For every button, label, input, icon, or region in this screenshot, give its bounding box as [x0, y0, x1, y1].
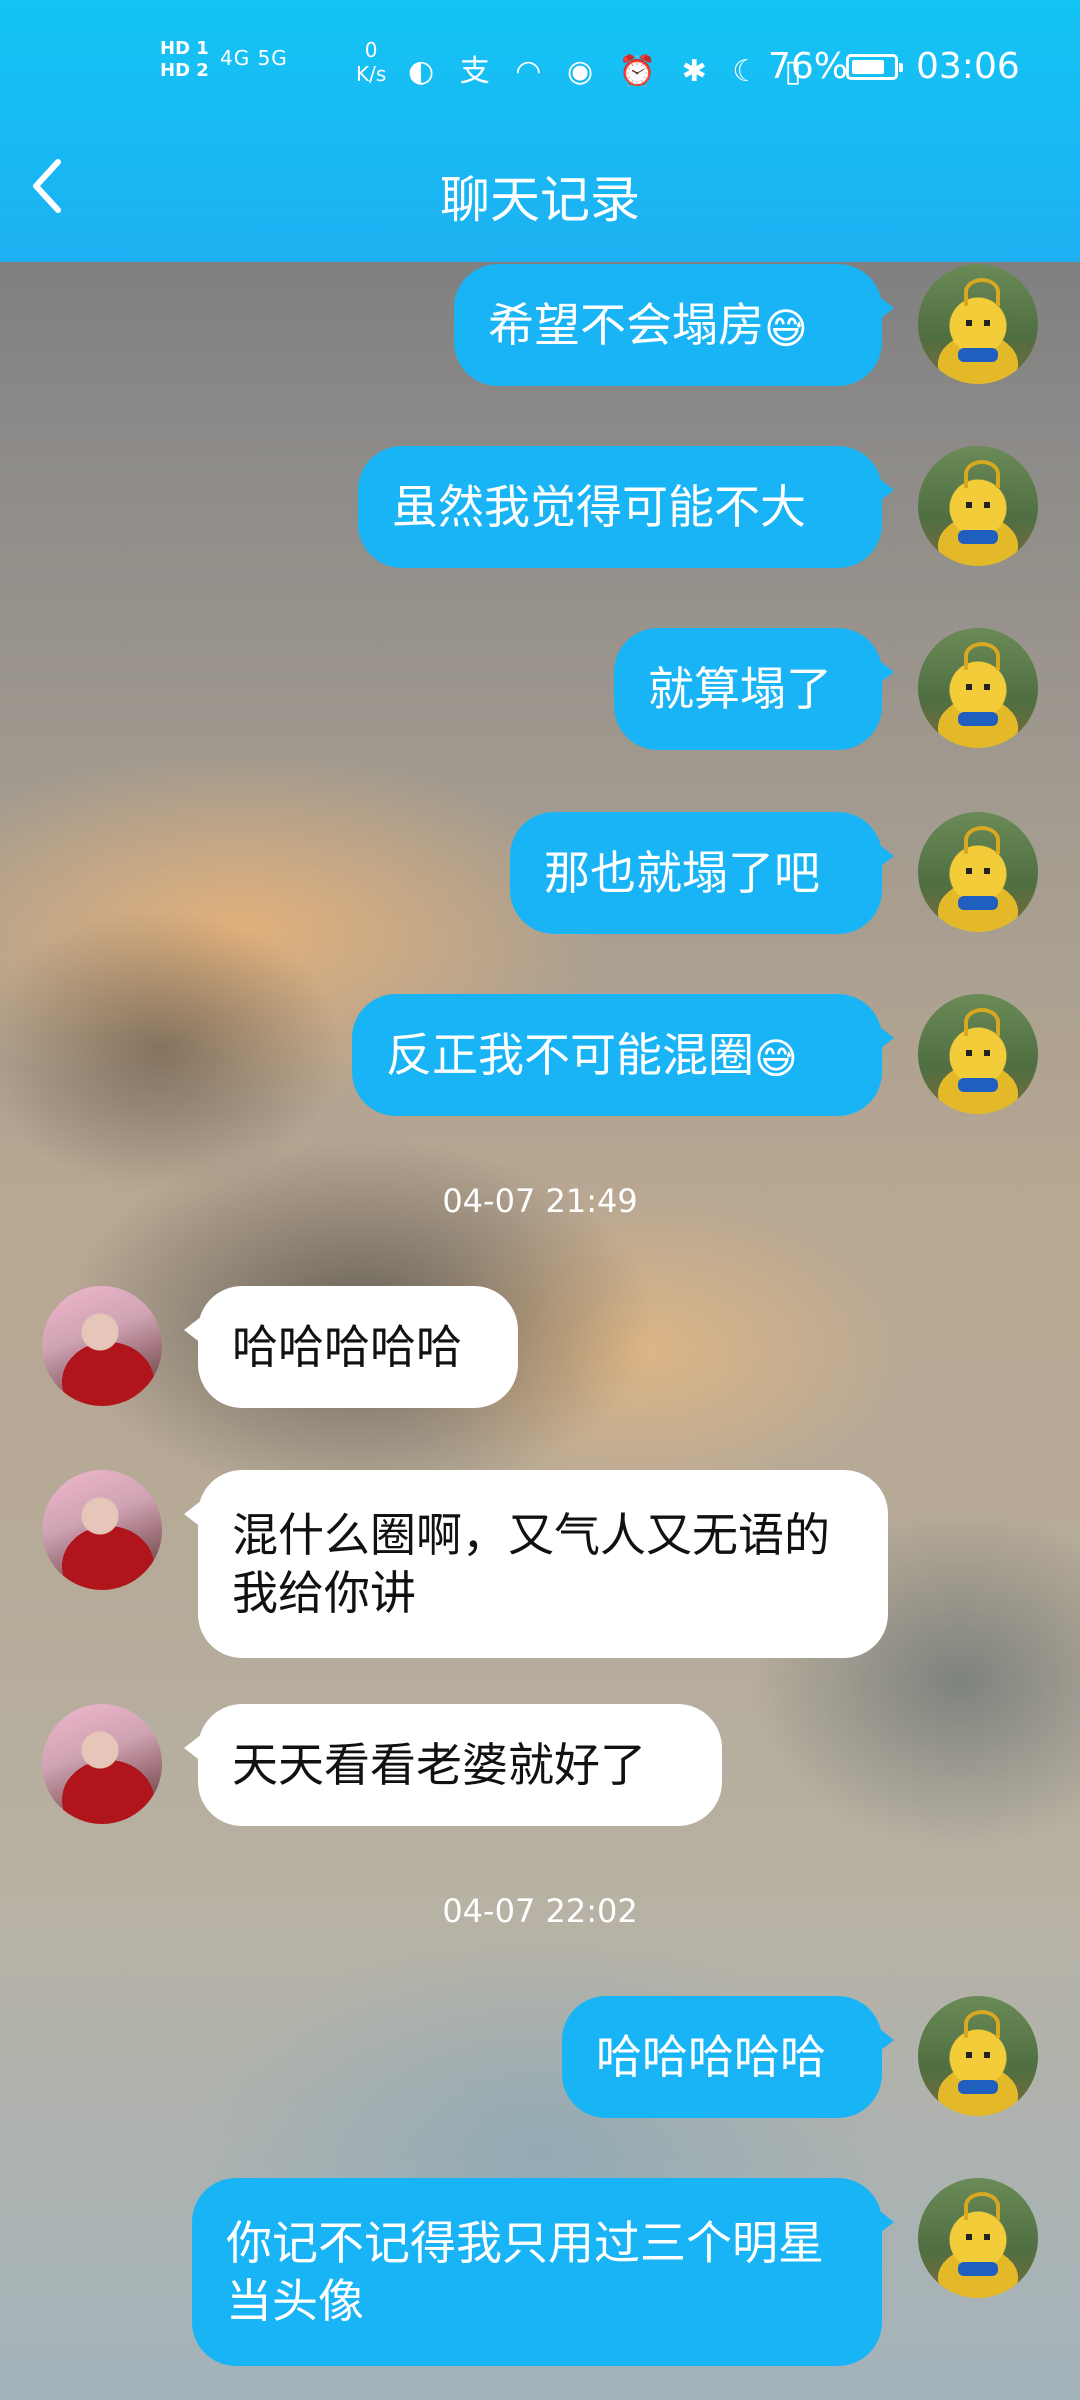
message-text: 哈哈哈哈哈 [596, 2030, 826, 2084]
battery-icon [846, 54, 903, 80]
sim-indicator: HD 1 HD 2 [160, 38, 209, 81]
contact-avatar[interactable] [42, 1704, 162, 1824]
status-bar: HD 1 HD 2 4G 5G 0 K/s ◐ 支 ◠ ◉ ⏰ ✱ ☾ ▯ 76… [0, 28, 1080, 108]
page-title: 聊天记录 [440, 171, 640, 229]
message-bubble-sent[interactable]: 希望不会塌房😅 [454, 264, 894, 386]
app-header: HD 1 HD 2 4G 5G 0 K/s ◐ 支 ◠ ◉ ⏰ ✱ ☾ ▯ 76… [0, 0, 1080, 262]
message-text: 哈哈哈哈哈 [232, 1320, 462, 1374]
battery-percent: 76% [768, 46, 849, 87]
clock: 03:06 [916, 46, 1020, 87]
network-speed: 0 K/s [356, 38, 387, 86]
message-bubble-sent[interactable]: 反正我不可能混圈😅 [352, 994, 894, 1116]
message-text: 那也就塌了吧 [544, 846, 820, 900]
timestamp: 04-07 22:02 [442, 1892, 638, 1930]
message-text: 你记不记得我只用过三个明星当头像 [226, 2216, 824, 2328]
message-bubble-sent[interactable]: 就算塌了 [614, 628, 894, 750]
message-bubble-sent[interactable]: 虽然我觉得可能不大 [358, 446, 894, 568]
message-bubble-sent[interactable]: 你记不记得我只用过三个明星当头像 [192, 2178, 894, 2366]
message-text: 反正我不可能混圈 [386, 1028, 754, 1082]
message-bubble-sent[interactable]: 哈哈哈哈哈 [562, 1996, 894, 2118]
my-avatar[interactable] [918, 1996, 1038, 2116]
sweat-smile-emoji: 😅 [754, 1033, 798, 1083]
my-avatar[interactable] [918, 994, 1038, 1114]
my-avatar[interactable] [918, 812, 1038, 932]
message-bubble-received[interactable]: 混什么圈啊，又气人又无语的我给你讲 [184, 1470, 888, 1658]
message-bubble-received[interactable]: 哈哈哈哈哈 [184, 1286, 518, 1408]
my-avatar[interactable] [918, 2178, 1038, 2298]
contact-avatar[interactable] [42, 1286, 162, 1406]
my-avatar[interactable] [918, 264, 1038, 384]
message-text: 混什么圈啊，又气人又无语的我给你讲 [232, 1508, 830, 1620]
my-avatar[interactable] [918, 628, 1038, 748]
message-bubble-sent[interactable]: 那也就塌了吧 [510, 812, 894, 934]
my-avatar[interactable] [918, 446, 1038, 566]
message-bubble-received[interactable]: 天天看看老婆就好了 [184, 1704, 722, 1826]
status-icons: ◐ 支 ◠ ◉ ⏰ ✱ ☾ ▯ [408, 54, 810, 89]
signal-strength: 4G 5G [220, 46, 288, 70]
message-text: 就算塌了 [648, 662, 832, 716]
sweat-smile-emoji: 😅 [764, 303, 808, 353]
timestamp: 04-07 21:49 [442, 1182, 638, 1220]
message-text: 虽然我觉得可能不大 [392, 480, 806, 534]
message-text: 天天看看老婆就好了 [232, 1738, 646, 1792]
contact-avatar[interactable] [42, 1470, 162, 1590]
message-text: 希望不会塌房 [488, 298, 764, 352]
